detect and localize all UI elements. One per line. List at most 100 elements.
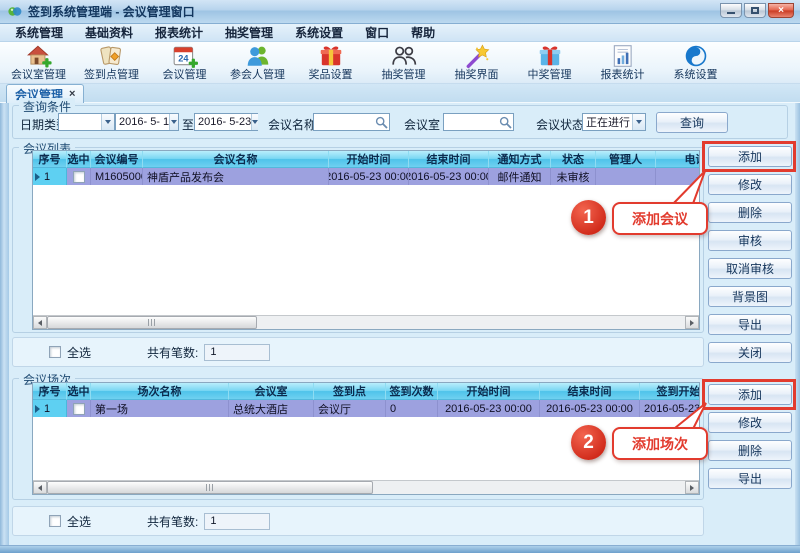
row-checkbox[interactable] — [73, 171, 85, 183]
app-window: 签到系统管理端 - 会议管理窗口 × 系统管理 基础资料 报表统计 抽奖管理 系… — [0, 0, 800, 553]
meeting-modify-button[interactable]: 修改 — [708, 174, 792, 195]
menu-report-statistics[interactable]: 报表统计 — [144, 24, 214, 41]
column-header-selected[interactable]: 选中 — [67, 151, 91, 168]
toolbar-report-statistics[interactable]: 报表统计 — [586, 42, 659, 84]
column-header-checkin-start[interactable]: 签到开始时间 — [640, 383, 700, 400]
table-row[interactable]: 1 第一场 总统大酒店 会议厅 0 2016-05-23 00:00 2016-… — [33, 400, 699, 417]
select-all-checkbox[interactable] — [49, 515, 61, 527]
menu-basic-data[interactable]: 基础资料 — [74, 24, 144, 41]
row-manager-cell — [596, 168, 656, 185]
total-count-value: 1 — [204, 513, 270, 530]
column-header-selected[interactable]: 选中 — [67, 383, 91, 400]
row-start-cell: 2016-05-23 00:00 — [438, 400, 540, 417]
toolbar-prize-settings[interactable]: 奖品设置 — [294, 42, 367, 84]
meeting-close-button[interactable]: 关闭 — [708, 342, 792, 363]
session-delete-button[interactable]: 删除 — [708, 440, 792, 461]
maximize-button[interactable] — [744, 3, 766, 18]
session-export-button[interactable]: 导出 — [708, 468, 792, 489]
menu-system-management[interactable]: 系统管理 — [4, 24, 74, 41]
column-header-start[interactable]: 开始时间 — [438, 383, 540, 400]
column-header-number[interactable]: 会议编号 — [91, 151, 143, 168]
meeting-delete-button[interactable]: 删除 — [708, 202, 792, 223]
checkin-point-icon — [99, 43, 125, 69]
meeting-room-label: 会议室 — [404, 116, 440, 133]
meeting-room-input[interactable] — [443, 113, 514, 131]
row-name-cell: 神盾产品发布会 — [143, 168, 329, 185]
scroll-left-arrow[interactable] — [33, 316, 47, 329]
meeting-name-input[interactable] — [313, 113, 390, 131]
session-modify-button[interactable]: 修改 — [708, 412, 792, 433]
prize-gift-icon — [318, 43, 344, 69]
search-icon — [375, 116, 388, 129]
toolbar-lottery-interface[interactable]: 抽奖界面 — [440, 42, 513, 84]
title-bar[interactable]: 签到系统管理端 - 会议管理窗口 × — [0, 0, 800, 24]
toolbar-attendee-management[interactable]: 参会人管理 — [221, 42, 294, 84]
lottery-people-icon — [391, 43, 417, 69]
column-header-end[interactable]: 结束时间 — [540, 383, 640, 400]
toolbar-system-settings[interactable]: 系统设置 — [659, 42, 732, 84]
highlight-box-add-session — [702, 379, 796, 410]
chevron-down-icon[interactable] — [251, 114, 258, 130]
scroll-right-arrow[interactable] — [685, 316, 699, 329]
column-header-seq[interactable]: 序号 — [33, 383, 67, 400]
total-count-label: 共有笔数: — [147, 344, 198, 361]
sessions-header-row: 序号 选中 场次名称 会议室 签到点 签到次数 开始时间 结束时间 签到开始时间 — [33, 383, 699, 400]
toolbar-winner-management[interactable]: 中奖管理 — [513, 42, 586, 84]
column-header-checkin-point[interactable]: 签到点 — [314, 383, 386, 400]
horizontal-scrollbar[interactable] — [33, 315, 699, 329]
select-all-checkbox[interactable] — [49, 346, 61, 358]
menu-lottery-management[interactable]: 抽奖管理 — [214, 24, 284, 41]
step-2-badge: 2 — [571, 425, 606, 460]
column-header-room[interactable]: 会议室 — [229, 383, 314, 400]
column-header-notify[interactable]: 通知方式 — [489, 151, 551, 168]
toolbar-label: 会议管理 — [163, 69, 207, 82]
minimize-button[interactable] — [720, 3, 742, 18]
date-type-select[interactable] — [58, 113, 115, 131]
chevron-down-icon[interactable] — [169, 114, 178, 130]
row-select-cell — [67, 400, 91, 417]
menu-system-settings[interactable]: 系统设置 — [284, 24, 354, 41]
scrollbar-thumb[interactable] — [47, 481, 373, 494]
meeting-review-button[interactable]: 审核 — [708, 230, 792, 251]
column-header-checkin-count[interactable]: 签到次数 — [386, 383, 438, 400]
toolbar-lottery-management[interactable]: 抽奖管理 — [367, 42, 440, 84]
column-header-seq[interactable]: 序号 — [33, 151, 67, 168]
scroll-right-arrow[interactable] — [685, 481, 699, 494]
meeting-background-button[interactable]: 背景图 — [708, 286, 792, 307]
date-to-select[interactable]: 2016- 5-23 — [194, 113, 258, 131]
column-header-status[interactable]: 状态 — [551, 151, 596, 168]
svg-text:24: 24 — [178, 53, 189, 63]
search-button[interactable]: 查询 — [656, 112, 728, 133]
chevron-down-icon[interactable] — [632, 114, 645, 130]
row-checkin-start-cell: 2016-05-23 00: — [640, 400, 700, 417]
meeting-status-select[interactable]: 正在进行 — [582, 113, 646, 131]
column-header-name[interactable]: 会议名称 — [143, 151, 329, 168]
window-title: 签到系统管理端 - 会议管理窗口 — [28, 3, 195, 20]
toolbar-meeting-room-management[interactable]: 会议室管理 — [2, 42, 75, 84]
menu-help[interactable]: 帮助 — [400, 24, 446, 41]
total-count-value: 1 — [204, 344, 270, 361]
column-header-session-name[interactable]: 场次名称 — [91, 383, 229, 400]
row-room-cell: 总统大酒店 — [229, 400, 314, 417]
column-header-end[interactable]: 结束时间 — [409, 151, 489, 168]
row-status-cell: 未审核 — [551, 168, 596, 185]
scroll-left-arrow[interactable] — [33, 481, 47, 494]
row-start-cell: 2016-05-23 00:00 — [329, 168, 409, 185]
menu-window[interactable]: 窗口 — [354, 24, 400, 41]
close-button[interactable]: × — [768, 3, 794, 18]
toolbar-label: 奖品设置 — [309, 69, 353, 82]
chevron-down-icon[interactable] — [101, 114, 114, 130]
date-from-select[interactable]: 2016- 5- 1 — [115, 113, 179, 131]
horizontal-scrollbar[interactable] — [33, 480, 699, 494]
column-header-start[interactable]: 开始时间 — [329, 151, 409, 168]
meeting-cancel-review-button[interactable]: 取消审核 — [708, 258, 792, 279]
scrollbar-thumb[interactable] — [47, 316, 257, 329]
row-checkbox[interactable] — [73, 403, 85, 415]
toolbar-checkin-point-management[interactable]: 签到点管理 — [75, 42, 148, 84]
toolbar-meeting-management[interactable]: 24 会议管理 — [148, 42, 221, 84]
meeting-list-header-row: 序号 选中 会议编号 会议名称 开始时间 结束时间 通知方式 状态 管理人 电话 — [33, 151, 699, 168]
column-header-manager[interactable]: 管理人 — [596, 151, 656, 168]
table-row[interactable]: 1 M16050001 神盾产品发布会 2016-05-23 00:00 201… — [33, 168, 699, 185]
meeting-export-button[interactable]: 导出 — [708, 314, 792, 335]
column-header-phone[interactable]: 电话 — [656, 151, 700, 168]
